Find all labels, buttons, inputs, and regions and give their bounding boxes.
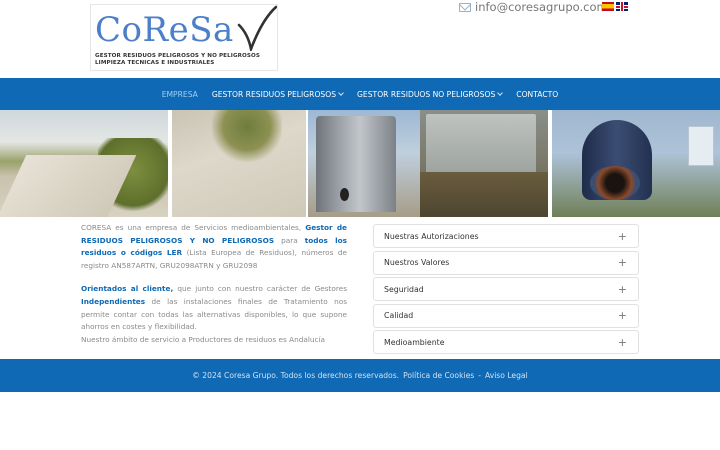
- highlight-text: Independientes: [81, 296, 146, 306]
- nav-item-label: EMPRESA: [161, 89, 198, 99]
- chevron-down-icon: [497, 90, 504, 96]
- legal-notice-link[interactable]: Aviso Legal: [485, 371, 528, 380]
- text-span: que junto con nuestro carácter de Gestor…: [173, 284, 348, 294]
- info-accordion: Nuestras Autorizaciones + Nuestros Valor…: [373, 224, 639, 357]
- footer-copyright: © 2024 Coresa Grupo. Todos los derechos …: [192, 371, 400, 380]
- plus-icon[interactable]: +: [618, 257, 627, 268]
- checkmark-icon: [237, 5, 277, 51]
- intro-paragraph: CORESA es una empresa de Servicios medio…: [81, 222, 347, 272]
- plus-icon[interactable]: +: [618, 284, 627, 295]
- nav-item-gestor-peligrosos[interactable]: GESTOR RESIDUOS PELIGROSOS: [211, 89, 344, 99]
- logo-tagline-2: LIMPIEZA TECNICAS E INDUSTRIALES: [95, 60, 215, 66]
- site-header: CoReSa GESTOR RESIDUOS PELIGROSOS Y NO P…: [0, 0, 720, 78]
- banner-photo-pipe: [552, 110, 720, 217]
- contact-email[interactable]: info@coresagrupo.com: [459, 0, 608, 14]
- banner-photo-tank: [308, 110, 420, 217]
- text-span: para: [274, 235, 305, 245]
- flag-en-icon[interactable]: [616, 2, 628, 11]
- accordion-item-calidad[interactable]: Calidad +: [373, 303, 639, 328]
- banner-photo-road: [0, 110, 168, 217]
- accordion-item-valores[interactable]: Nuestros Valores +: [373, 250, 639, 275]
- accordion-item-seguridad[interactable]: Seguridad +: [373, 277, 639, 301]
- site-footer: © 2024 Coresa Grupo. Todos los derechos …: [0, 359, 720, 392]
- mail-icon: [459, 2, 471, 12]
- nav-item-label: CONTACTO: [516, 89, 559, 99]
- accordion-item-autorizaciones[interactable]: Nuestras Autorizaciones +: [373, 224, 639, 248]
- accordion-label: Calidad: [384, 311, 414, 320]
- language-switcher: [602, 2, 628, 11]
- plus-icon[interactable]: +: [618, 337, 627, 348]
- nav-item-label: GESTOR RESIDUOS PELIGROSOS: [211, 89, 337, 99]
- nav-item-gestor-no-peligrosos[interactable]: GESTOR RESIDUOS NO PELIGROSOS: [357, 89, 504, 99]
- banner-photo-basin: [420, 110, 548, 217]
- highlight-text: Orientados al cliente,: [81, 284, 174, 294]
- accordion-label: Seguridad: [384, 284, 424, 294]
- footer-separator: -: [478, 371, 481, 380]
- nav-item-label: GESTOR RESIDUOS NO PELIGROSOS: [357, 89, 496, 99]
- chevron-down-icon: [338, 90, 344, 96]
- logo-wordmark: CoReSa: [95, 10, 234, 50]
- email-text[interactable]: info@coresagrupo.com: [475, 0, 608, 14]
- accordion-item-medioambiente[interactable]: Medioambiente +: [373, 330, 639, 354]
- logo-tagline-1: GESTOR RESIDUOS PELIGROSOS Y NO PELIGROS…: [95, 53, 261, 59]
- accordion-label: Nuestros Valores: [384, 258, 450, 267]
- main-nav: EMPRESA GESTOR RESIDUOS PELIGROSOS GESTO…: [0, 78, 720, 110]
- nav-item-contacto[interactable]: CONTACTO: [516, 90, 558, 99]
- accordion-label: Nuestras Autorizaciones: [384, 231, 479, 241]
- client-paragraph: Orientados al cliente, que junto con nue…: [81, 283, 347, 333]
- accordion-label: Medioambiente: [384, 337, 445, 347]
- flag-es-icon[interactable]: [602, 2, 614, 11]
- plus-icon[interactable]: +: [618, 231, 627, 242]
- nav-item-empresa[interactable]: EMPRESA: [162, 90, 198, 99]
- company-description: CORESA es una empresa de Servicios medio…: [81, 222, 347, 357]
- text-span: CORESA es una empresa de Servicios medio…: [81, 223, 306, 232]
- scope-paragraph: Nuestro ámbito de servicio a Productores…: [81, 334, 325, 344]
- coresa-logo[interactable]: CoReSa GESTOR RESIDUOS PELIGROSOS Y NO P…: [90, 4, 278, 71]
- plus-icon[interactable]: +: [618, 310, 627, 321]
- banner-photo-soil: [172, 110, 306, 217]
- page: CoReSa GESTOR RESIDUOS PELIGROSOS Y NO P…: [0, 0, 720, 450]
- photo-banner: [0, 110, 720, 218]
- cookie-policy-link[interactable]: Política de Cookies: [403, 371, 474, 380]
